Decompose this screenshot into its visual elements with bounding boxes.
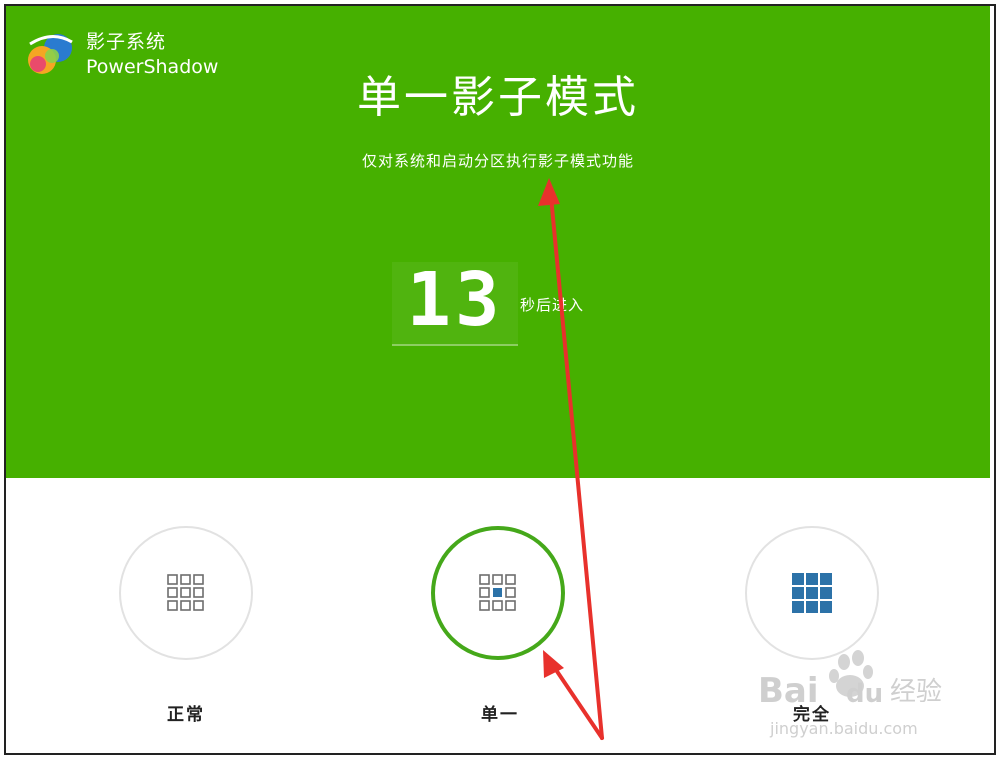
mode-full-button[interactable]: [745, 526, 879, 660]
watermark-brand: Bai: [758, 671, 819, 711]
countdown-display: 13: [392, 262, 518, 346]
grid-filled-icon: [792, 573, 832, 613]
baidu-jingyan-watermark: Bai du 经验 jingyan.baidu.com: [758, 650, 942, 738]
watermark-url: jingyan.baidu.com: [769, 719, 918, 738]
countdown-label: 秒后进入: [520, 296, 585, 314]
mode-normal-button[interactable]: [119, 526, 253, 660]
grid-outline-icon: [167, 574, 204, 611]
countdown-seconds: 13: [406, 257, 504, 343]
watermark-brand-tail: du: [846, 679, 883, 709]
mode-description: 仅对系统和启动分区执行影子模式功能: [361, 152, 634, 170]
watermark-brand-cn: 经验: [890, 677, 942, 707]
mode-single-button[interactable]: [431, 526, 565, 660]
mode-normal-label[interactable]: 正常: [126, 700, 246, 725]
grid-single-icon: [479, 574, 516, 611]
app-name-cn: 影子系统: [86, 31, 167, 53]
mode-banner: 影子系统 PowerShadow 单一影子模式 仅对系统和启动分区执行影子模式功…: [6, 6, 990, 478]
mode-title: 单一影子模式: [357, 72, 639, 123]
mode-single-label[interactable]: 单一: [440, 700, 560, 725]
